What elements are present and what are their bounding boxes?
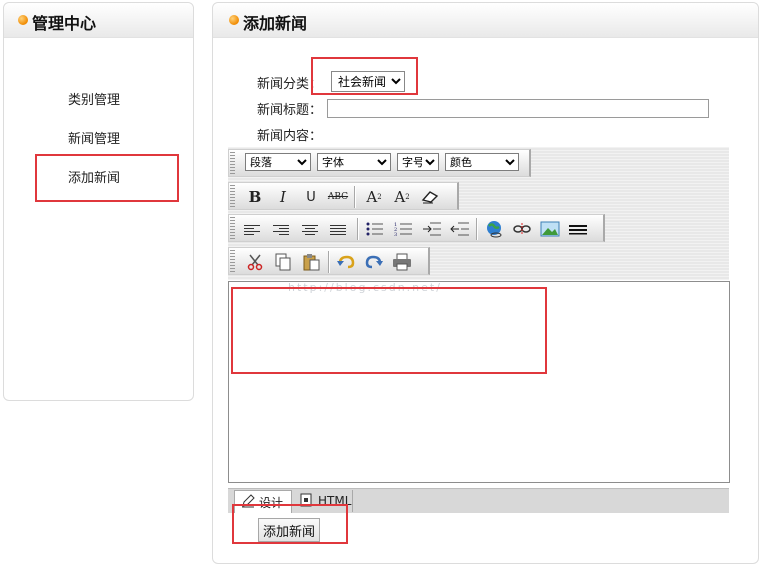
- indent-icon[interactable]: [421, 219, 443, 239]
- toolbar-grip-icon[interactable]: [230, 250, 235, 272]
- design-pen-icon: [241, 493, 255, 511]
- content-editor[interactable]: [228, 281, 730, 483]
- category-label: 新闻分类：: [257, 77, 323, 92]
- toolbar-row-2: B I U ABC A2 A2: [228, 182, 459, 210]
- align-right-icon[interactable]: [273, 219, 289, 243]
- watermark-text: http://blog.csdn.net/: [288, 281, 442, 294]
- bullet-icon: [229, 15, 239, 25]
- bold-icon[interactable]: B: [244, 187, 266, 207]
- undo-icon[interactable]: [335, 252, 357, 272]
- toolbar-row-3: 123: [228, 214, 605, 242]
- font-color-select[interactable]: 颜色: [445, 153, 519, 171]
- toolbar-grip-icon[interactable]: [230, 152, 235, 174]
- tab-design[interactable]: 设计: [234, 490, 292, 513]
- superscript-icon[interactable]: A2: [363, 187, 385, 207]
- redo-icon[interactable]: [363, 252, 385, 272]
- insert-image-icon[interactable]: [539, 219, 561, 239]
- copy-icon[interactable]: [272, 252, 294, 272]
- paste-icon[interactable]: [300, 252, 322, 272]
- toolbar-separator: [354, 186, 356, 208]
- html-doc-icon: [300, 493, 312, 510]
- align-justify-icon[interactable]: [330, 219, 346, 243]
- add-news-button[interactable]: 添加新闻: [258, 518, 320, 542]
- editor-mode-bar: 设计 HTML: [228, 488, 729, 513]
- italic-icon[interactable]: I: [272, 187, 294, 207]
- hyperlink-globe-icon[interactable]: [483, 219, 505, 239]
- paragraph-format-select[interactable]: 段落: [245, 153, 311, 171]
- bullet-list-icon[interactable]: [364, 219, 386, 239]
- outdent-icon[interactable]: [449, 219, 471, 239]
- cut-icon[interactable]: [244, 252, 266, 272]
- print-icon[interactable]: [391, 252, 413, 272]
- unlink-icon[interactable]: [511, 219, 533, 239]
- toolbar-grip-icon[interactable]: [230, 185, 235, 207]
- tab-design-label: 设计: [259, 495, 284, 510]
- sidebar-item-category-manage[interactable]: 类别管理: [68, 89, 120, 108]
- strikethrough-icon[interactable]: ABC: [327, 187, 349, 207]
- category-select[interactable]: 社会新闻: [331, 71, 405, 92]
- sidebar-title: 管理中心: [32, 14, 97, 33]
- toolbar-separator: [328, 251, 330, 273]
- sidebar-panel: 管理中心 类别管理 新闻管理 添加新闻: [3, 2, 194, 401]
- tab-html-label: HTML: [318, 494, 352, 508]
- content-label: 新闻内容：: [257, 129, 323, 144]
- tab-html[interactable]: HTML: [292, 490, 353, 512]
- align-center-icon[interactable]: [302, 219, 318, 243]
- page-title: 添加新闻: [243, 14, 308, 33]
- toolbar-row-4: [228, 247, 430, 275]
- toolbar-separator: [357, 218, 359, 240]
- title-input[interactable]: [327, 99, 709, 118]
- main-header: 添加新闻: [213, 3, 758, 38]
- svg-text:3: 3: [394, 232, 397, 237]
- font-size-select[interactable]: 字号: [397, 153, 439, 171]
- align-left-icon[interactable]: [244, 219, 260, 243]
- numbered-list-icon[interactable]: 123: [393, 219, 415, 239]
- bullet-icon: [18, 15, 28, 25]
- toolbar-grip-icon[interactable]: [230, 217, 235, 239]
- title-label: 新闻标题：: [257, 103, 323, 118]
- sidebar-header: 管理中心: [4, 3, 193, 38]
- toolbar-row-1: 段落 字体 字号 颜色: [228, 149, 531, 177]
- font-family-select[interactable]: 字体: [317, 153, 391, 171]
- horizontal-rule-icon[interactable]: [567, 219, 589, 239]
- sidebar-item-add-news[interactable]: 添加新闻: [68, 167, 120, 186]
- eraser-icon[interactable]: [419, 187, 441, 207]
- subscript-icon[interactable]: A2: [391, 187, 413, 207]
- toolbar-separator: [476, 218, 478, 240]
- sidebar-item-news-manage[interactable]: 新闻管理: [68, 128, 120, 147]
- underline-icon[interactable]: U: [300, 187, 322, 207]
